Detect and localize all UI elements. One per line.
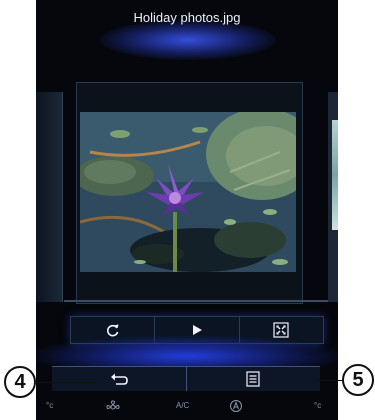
photo-image bbox=[80, 112, 296, 272]
multimedia-screen: Holiday photos.jpg °c A/C °c bbox=[36, 0, 338, 420]
photo-title: Holiday photos.jpg bbox=[133, 10, 241, 25]
back-arrow-icon bbox=[110, 373, 128, 385]
right-temp-unit: °c bbox=[314, 401, 322, 410]
title-glow bbox=[100, 20, 276, 60]
fan-icon[interactable] bbox=[106, 400, 120, 414]
callout-4-leader bbox=[32, 382, 96, 383]
climate-bar: °c A/C °c bbox=[36, 398, 338, 420]
callout-5-leader bbox=[316, 380, 344, 381]
menu-button[interactable] bbox=[187, 367, 321, 391]
play-icon bbox=[192, 325, 202, 335]
next-photo-thumbnail[interactable] bbox=[332, 120, 338, 230]
back-button[interactable] bbox=[52, 367, 187, 391]
auto-climate-icon[interactable] bbox=[229, 399, 243, 413]
list-menu-icon bbox=[246, 371, 260, 387]
callout-4: 4 bbox=[4, 366, 36, 398]
ac-button[interactable]: A/C bbox=[176, 401, 189, 410]
callout-5: 5 bbox=[342, 364, 374, 396]
bottom-navigation-bar bbox=[52, 366, 320, 391]
previous-photo-panel[interactable] bbox=[36, 92, 63, 302]
left-temp-unit: °c bbox=[46, 401, 54, 410]
controls-divider bbox=[64, 300, 328, 302]
